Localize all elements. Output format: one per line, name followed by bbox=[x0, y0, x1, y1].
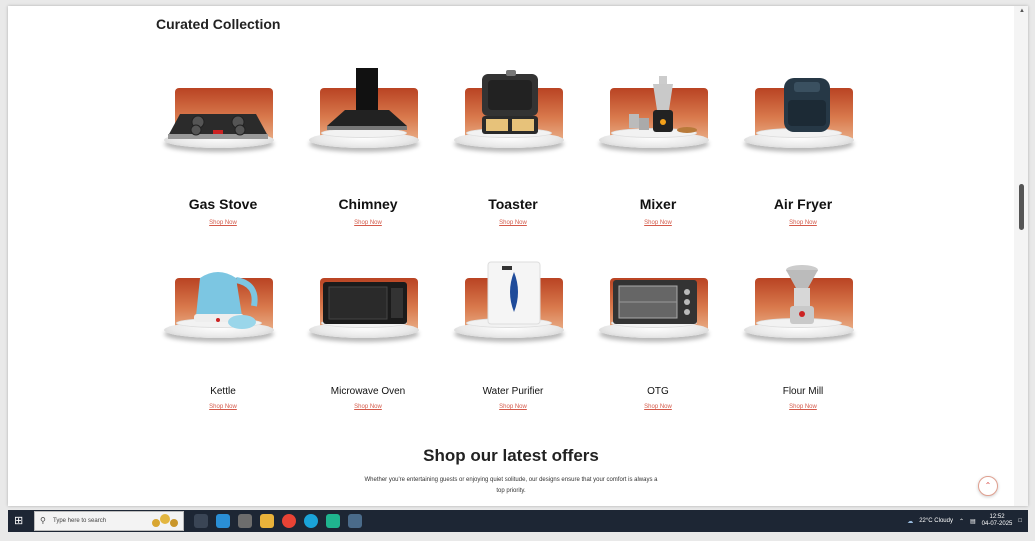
scrollbar-thumb[interactable] bbox=[1019, 184, 1024, 230]
product-card-otg[interactable] bbox=[593, 256, 713, 356]
scroll-up-arrow-icon[interactable]: ▲ bbox=[1019, 8, 1025, 14]
file-explorer-icon[interactable] bbox=[260, 514, 274, 528]
shop-now-link-flour-mill[interactable]: Shop Now bbox=[733, 404, 873, 410]
search-placeholder: Type here to search bbox=[53, 518, 107, 524]
clock-date: 04-07-2025 bbox=[981, 521, 1013, 527]
product-card-water-purifier[interactable] bbox=[448, 256, 568, 356]
page-scrollbar[interactable]: ▲ bbox=[1014, 6, 1028, 506]
offers-heading: Shop our latest offers bbox=[423, 446, 599, 465]
product-card-gas-stove[interactable] bbox=[158, 66, 278, 166]
toaster-image bbox=[482, 70, 538, 134]
shop-now-link-otg[interactable]: Shop Now bbox=[588, 404, 728, 410]
store-icon[interactable] bbox=[238, 514, 252, 528]
product-name: Flour Mill bbox=[782, 386, 824, 397]
gas-stove-image bbox=[168, 114, 268, 139]
product-card-kettle[interactable] bbox=[158, 256, 278, 356]
product-card-mixer[interactable] bbox=[593, 66, 713, 166]
clock[interactable]: 12:52 04-07-2025 bbox=[982, 514, 1013, 528]
water-purifier-image bbox=[487, 261, 541, 325]
microwave-image bbox=[323, 282, 407, 324]
product-name: Kettle bbox=[210, 386, 236, 397]
shop-now-link-mixer[interactable]: Shop Now bbox=[588, 220, 728, 226]
shop-now-link-air-fryer[interactable]: Shop Now bbox=[733, 220, 873, 226]
weather-widget-icon[interactable] bbox=[148, 511, 182, 529]
notification-icon[interactable]: □ bbox=[1018, 518, 1022, 524]
search-icon: ⚲ bbox=[40, 516, 46, 525]
chrome-icon[interactable] bbox=[282, 514, 296, 528]
chimney-image bbox=[327, 68, 407, 130]
product-name: Gas Stove bbox=[188, 196, 258, 212]
app-icon[interactable] bbox=[326, 514, 340, 528]
network-icon[interactable]: ▤ bbox=[970, 518, 976, 525]
shop-now-link-gas-stove[interactable]: Shop Now bbox=[153, 220, 293, 226]
otg-image bbox=[613, 280, 697, 324]
section-title: Curated Collection bbox=[156, 16, 281, 32]
task-view-icon[interactable] bbox=[194, 514, 208, 528]
product-card-microwave-oven[interactable] bbox=[303, 256, 423, 356]
taskbar: ⊞ ⚲ Type here to search ☁ 22°C Cloudy ⌃ … bbox=[8, 510, 1028, 532]
flour-mill-image bbox=[786, 265, 818, 324]
browser-page: Curated Collection Gas Stove Chimney Toa… bbox=[8, 6, 1028, 506]
system-tray-chevron-icon[interactable]: ⌃ bbox=[959, 518, 964, 525]
air-fryer-image bbox=[784, 78, 830, 132]
product-name: Chimney bbox=[338, 196, 398, 212]
product-name: OTG bbox=[647, 386, 669, 397]
cloud-icon: ☁ bbox=[907, 518, 914, 525]
product-card-toaster[interactable] bbox=[448, 66, 568, 166]
offers-description: Whether you're entertaining guests or en… bbox=[364, 477, 658, 494]
product-name: Toaster bbox=[488, 196, 538, 212]
active-app-icon[interactable] bbox=[348, 514, 362, 528]
shop-now-link-water-purifier[interactable]: Shop Now bbox=[443, 404, 583, 410]
chevron-up-icon: ⌃ bbox=[984, 481, 992, 490]
product-name: Water Purifier bbox=[482, 386, 544, 397]
windows-start-icon[interactable]: ⊞ bbox=[14, 515, 26, 527]
app-icon[interactable] bbox=[304, 514, 318, 528]
product-card-chimney[interactable] bbox=[303, 66, 423, 166]
edge-browser-icon[interactable] bbox=[216, 514, 230, 528]
product-name: Air Fryer bbox=[773, 196, 833, 212]
clock-time: 12:52 bbox=[989, 514, 1005, 520]
kettle-image bbox=[194, 272, 258, 329]
product-card-flour-mill[interactable] bbox=[738, 256, 858, 356]
scroll-to-top-button[interactable]: ⌃ bbox=[978, 476, 998, 496]
shop-now-link-toaster[interactable]: Shop Now bbox=[443, 220, 583, 226]
mixer-image bbox=[629, 76, 697, 133]
shop-now-link-microwave-oven[interactable]: Shop Now bbox=[298, 404, 438, 410]
product-card-air-fryer[interactable] bbox=[738, 66, 858, 166]
shop-now-link-chimney[interactable]: Shop Now bbox=[298, 220, 438, 226]
shop-now-link-kettle[interactable]: Shop Now bbox=[153, 404, 293, 410]
weather-text[interactable]: 22°C Cloudy bbox=[919, 518, 953, 524]
product-name: Microwave Oven bbox=[330, 386, 406, 397]
product-name: Mixer bbox=[639, 196, 677, 212]
